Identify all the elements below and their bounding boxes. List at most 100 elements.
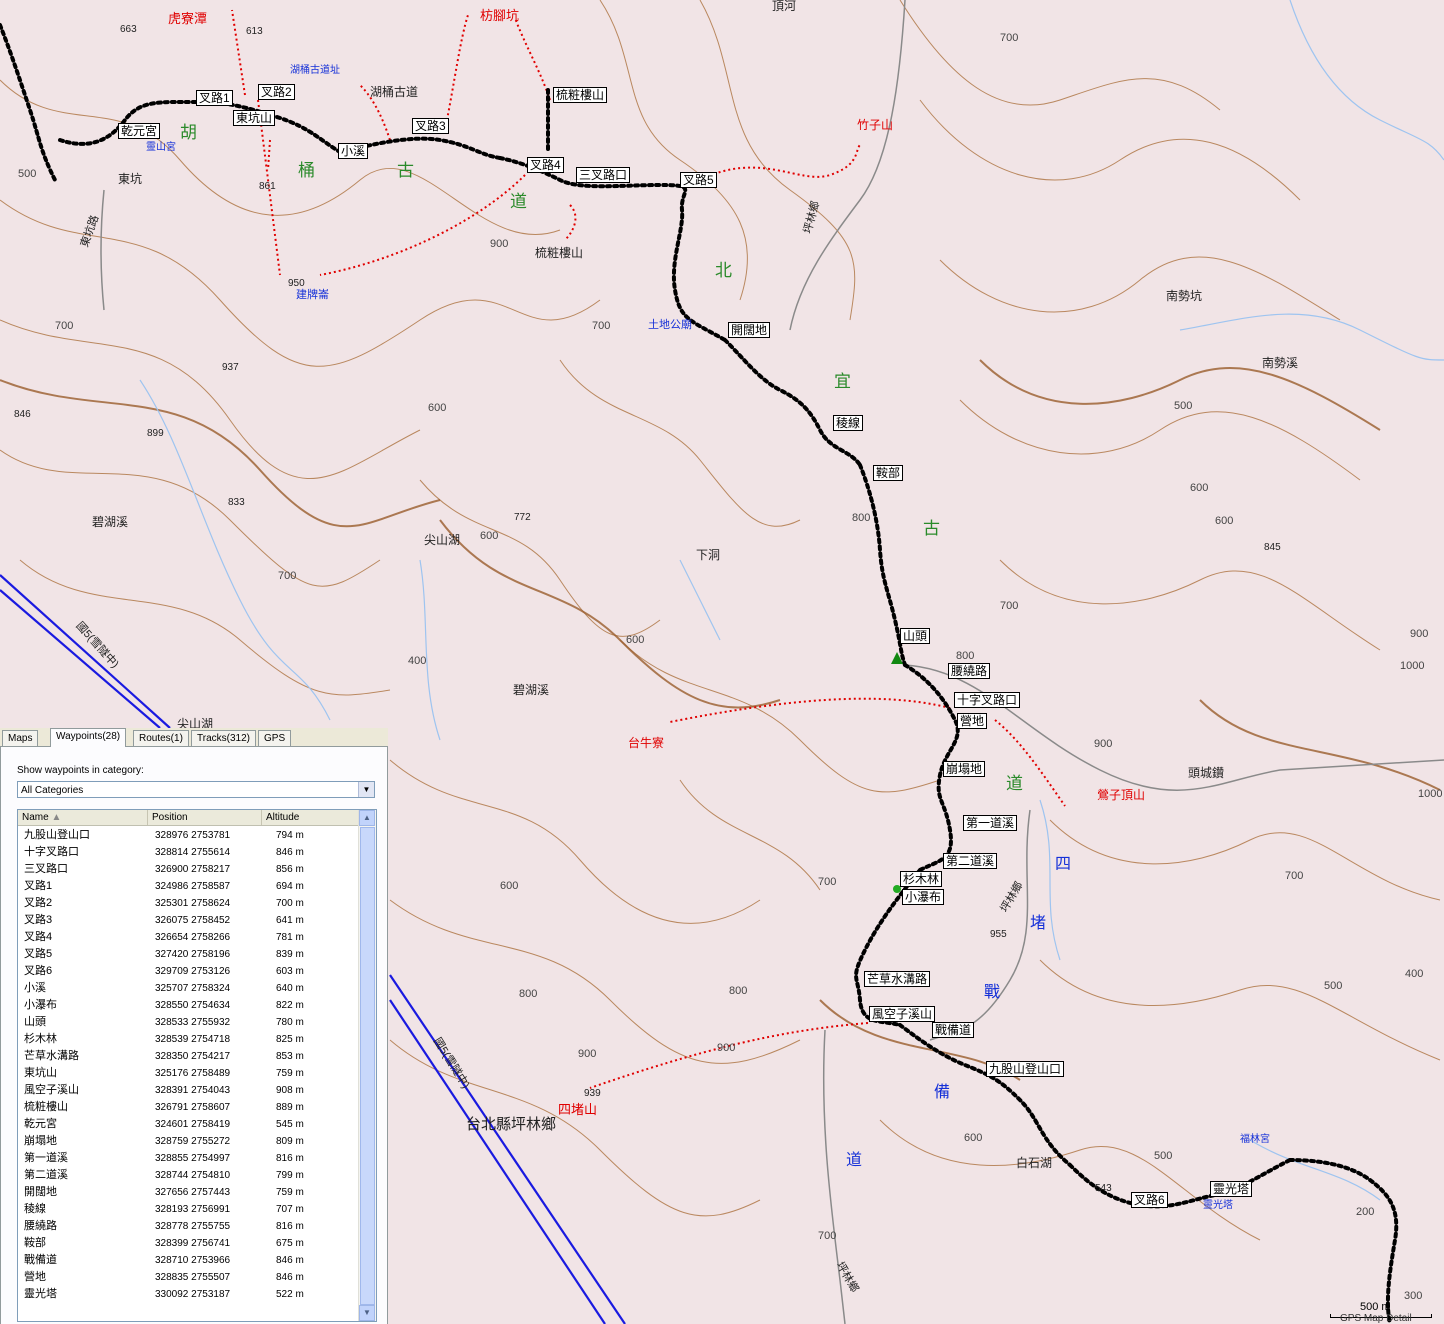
waypoint-row[interactable]: 叉路1 324986 2758587 694 m xyxy=(18,878,360,895)
waypoint-altitude: 846 m xyxy=(276,1272,304,1283)
column-header-position[interactable]: Position xyxy=(148,810,262,825)
waypoint-row[interactable]: 九股山登山口 328976 2753781 794 m xyxy=(18,827,360,844)
waypoint-row[interactable]: 稜線 328193 2756991 707 m xyxy=(18,1201,360,1218)
scroll-down-icon[interactable]: ▼ xyxy=(359,1305,375,1321)
route-char: 道 xyxy=(1006,774,1023,793)
waypoint-position: 325176 2758489 xyxy=(155,1068,231,1079)
waypoint-row[interactable]: 乾元宮 324601 2758419 545 m xyxy=(18,1116,360,1133)
waypoint-label[interactable]: 十字叉路口 xyxy=(954,692,1021,708)
waypoint-label[interactable]: 小溪 xyxy=(338,143,369,159)
waypoint-label[interactable]: 鞍部 xyxy=(873,465,904,481)
contour-label: 600 xyxy=(1215,515,1234,527)
route-char: 古 xyxy=(397,161,414,180)
waypoint-row[interactable]: 叉路4 326654 2758266 781 m xyxy=(18,929,360,946)
waypoint-altitude: 794 m xyxy=(276,830,304,841)
waypoint-label[interactable]: 九股山登山口 xyxy=(986,1061,1065,1077)
waypoint-position: 326654 2758266 xyxy=(155,932,231,943)
waypoint-row[interactable]: 叉路3 326075 2758452 641 m xyxy=(18,912,360,929)
waypoint-row[interactable]: 東坑山 325176 2758489 759 m xyxy=(18,1065,360,1082)
chevron-down-icon[interactable]: ▼ xyxy=(358,782,374,797)
waypoint-row[interactable]: 山頭 328533 2755932 780 m xyxy=(18,1014,360,1031)
place-label: 白石湖 xyxy=(1016,1156,1053,1170)
waypoint-label[interactable]: 戰備道 xyxy=(932,1022,975,1038)
waypoint-row[interactable]: 小瀑布 328550 2754634 822 m xyxy=(18,997,360,1014)
waypoint-position: 324601 2758419 xyxy=(155,1119,231,1130)
waypoint-label[interactable]: 杉木林 xyxy=(900,871,943,887)
waypoint-row[interactable]: 腰繞路 328778 2755755 816 m xyxy=(18,1218,360,1235)
spot-height: 899 xyxy=(147,428,164,439)
waypoint-label[interactable]: 乾元宮 xyxy=(118,123,161,139)
waypoint-row[interactable]: 第一道溪 328855 2754997 816 m xyxy=(18,1150,360,1167)
waypoint-list[interactable]: Name ▲ Position Altitude 九股山登山口 328976 27… xyxy=(17,809,377,1322)
waypoint-label[interactable]: 第二道溪 xyxy=(943,853,998,869)
waypoint-label[interactable]: 叉路6 xyxy=(1131,1192,1168,1208)
route-char: 胡 xyxy=(180,123,197,142)
contour-label: 500 xyxy=(1154,1150,1173,1162)
waypoint-position: 328193 2756991 xyxy=(155,1204,231,1215)
waypoint-row[interactable]: 開闊地 327656 2757443 759 m xyxy=(18,1184,360,1201)
waypoint-label[interactable]: 營地 xyxy=(957,713,988,729)
waypoint-row[interactable]: 芒草水溝路 328350 2754217 853 m xyxy=(18,1048,360,1065)
peak-label: 四堵山 xyxy=(558,1102,598,1117)
column-header-altitude[interactable]: Altitude xyxy=(262,810,360,825)
waypoint-position: 327420 2758196 xyxy=(155,949,231,960)
waypoint-row[interactable]: 戰備道 328710 2753966 846 m xyxy=(18,1252,360,1269)
waypoint-label[interactable]: 山頭 xyxy=(900,628,931,644)
tab-maps[interactable]: Maps xyxy=(2,730,39,746)
tab-gps[interactable]: GPS xyxy=(258,730,292,746)
waypoint-label[interactable]: 叉路4 xyxy=(527,157,564,173)
waypoint-label[interactable]: 梳粧樓山 xyxy=(553,87,608,103)
category-select[interactable]: All Categories ▼ xyxy=(17,781,375,798)
waypoint-label[interactable]: 叉路3 xyxy=(412,118,449,134)
waypoint-position: 326075 2758452 xyxy=(155,915,231,926)
waypoint-row[interactable]: 三叉路口 326900 2758217 856 m xyxy=(18,861,360,878)
waypoint-altitude: 846 m xyxy=(276,847,304,858)
waypoint-label[interactable]: 開闊地 xyxy=(728,322,771,338)
waypoint-row[interactable]: 第二道溪 328744 2754810 799 m xyxy=(18,1167,360,1184)
waypoint-label[interactable]: 三叉路口 xyxy=(576,167,631,183)
waypoint-label[interactable]: 崩塌地 xyxy=(943,761,986,777)
waypoint-row[interactable]: 崩塌地 328759 2755272 809 m xyxy=(18,1133,360,1150)
waypoint-row[interactable]: 小溪 325707 2758324 640 m xyxy=(18,980,360,997)
column-header-name[interactable]: Name ▲ xyxy=(18,810,148,825)
waypoint-label[interactable]: 叉路1 xyxy=(196,90,233,106)
waypoint-row[interactable]: 杉木林 328539 2754718 825 m xyxy=(18,1031,360,1048)
waypoint-name: 九股山登山口 xyxy=(24,829,90,841)
waypoint-row[interactable]: 叉路6 329709 2753126 603 m xyxy=(18,963,360,980)
vertical-scrollbar[interactable]: ▲ ▼ xyxy=(358,810,376,1321)
place-label: 梳粧樓山 xyxy=(535,246,584,260)
waypoint-row[interactable]: 鞍部 328399 2756741 675 m xyxy=(18,1235,360,1252)
waypoint-position: 328399 2756741 xyxy=(155,1238,231,1249)
tab-tracks[interactable]: Tracks(312) xyxy=(191,730,256,746)
scroll-thumb[interactable] xyxy=(360,827,375,1305)
waypoint-altitude: 640 m xyxy=(276,983,304,994)
scroll-up-icon[interactable]: ▲ xyxy=(359,810,375,826)
spot-height: 663 xyxy=(120,24,137,35)
waypoint-row[interactable]: 梳粧樓山 326791 2758607 889 m xyxy=(18,1099,360,1116)
waypoint-position: 326791 2758607 xyxy=(155,1102,231,1113)
waypoint-name: 叉路5 xyxy=(24,948,53,960)
waypoint-row[interactable]: 風空子溪山 328391 2754043 908 m xyxy=(18,1082,360,1099)
waypoint-row[interactable]: 叉路5 327420 2758196 839 m xyxy=(18,946,360,963)
waypoint-label[interactable]: 芒草水溝路 xyxy=(864,971,931,987)
waypoint-row[interactable]: 叉路2 325301 2758624 700 m xyxy=(18,895,360,912)
route-char: 戰 xyxy=(984,984,1001,1001)
waypoint-row[interactable]: 營地 328835 2755507 846 m xyxy=(18,1269,360,1286)
waypoint-row[interactable]: 十字叉路口 328814 2755614 846 m xyxy=(18,844,360,861)
waypoint-label[interactable]: 風空子溪山 xyxy=(869,1006,936,1022)
waypoint-label[interactable]: 第一道溪 xyxy=(963,815,1018,831)
waypoint-label[interactable]: 小瀑布 xyxy=(902,889,945,905)
tab-routes[interactable]: Routes(1) xyxy=(133,730,189,746)
place-label: 湖桶古道 xyxy=(370,85,419,99)
waypoint-label[interactable]: 叉路2 xyxy=(258,84,295,100)
waypoint-name: 叉路3 xyxy=(24,914,53,926)
waypoint-row[interactable]: 靈光塔 330092 2753187 522 m xyxy=(18,1286,360,1303)
waypoint-label[interactable]: 稜線 xyxy=(833,415,864,431)
peak-label: 虎寮潭 xyxy=(168,11,208,26)
place-label: 南勢溪 xyxy=(1262,356,1299,370)
waypoint-label[interactable]: 東坑山 xyxy=(233,110,276,126)
waypoint-label[interactable]: 腰繞路 xyxy=(948,663,991,679)
tab-waypoints[interactable]: Waypoints(28) xyxy=(50,728,127,747)
waypoint-label[interactable]: 靈光塔 xyxy=(1210,1181,1253,1197)
waypoint-label[interactable]: 叉路5 xyxy=(680,172,717,188)
